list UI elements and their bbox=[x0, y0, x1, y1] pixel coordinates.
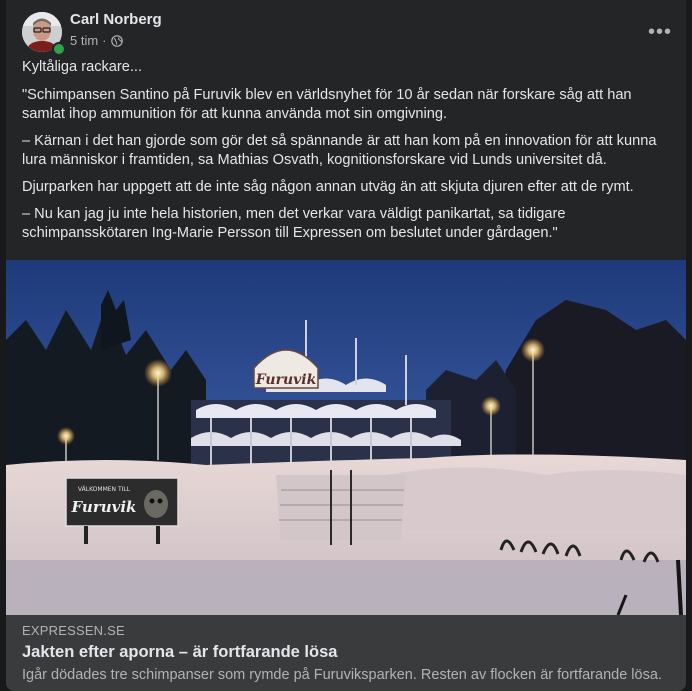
post-header: Carl Norberg 5 tim · ••• bbox=[22, 10, 672, 56]
post-paragraph: – Kärnan i det han gjorde som gör det så… bbox=[22, 133, 657, 168]
link-preview-footer[interactable]: EXPRESSEN.SE Jakten efter aporna – är fo… bbox=[6, 615, 686, 691]
meta-separator: · bbox=[102, 33, 107, 48]
post-text: Kyltåliga rackare... "Schimpansen Santin… bbox=[22, 58, 672, 251]
more-options-icon[interactable]: ••• bbox=[642, 14, 678, 50]
furuvik-entrance-photo: Furuvik VÄLKOMMEN TILL Furuvik bbox=[6, 260, 686, 615]
post-time[interactable]: 5 tim bbox=[70, 33, 98, 48]
furuvik-sign-text: Furuvik bbox=[255, 372, 317, 388]
post-card: Carl Norberg 5 tim · ••• Kyltåliga racka… bbox=[6, 0, 686, 691]
globe-icon[interactable] bbox=[110, 34, 123, 47]
post-paragraph: Djurparken har uppgett att de inte såg n… bbox=[22, 179, 634, 195]
post-paragraph: Kyltåliga rackare... bbox=[22, 59, 143, 75]
welcome-sign-name: Furuvik bbox=[71, 498, 137, 516]
link-description: Igår dödades tre schimpanser som rymde p… bbox=[22, 667, 662, 683]
post-paragraph: "Schimpansen Santino på Furuvik blev en … bbox=[22, 87, 632, 122]
post-meta: 5 tim · bbox=[70, 33, 123, 48]
link-domain: EXPRESSEN.SE bbox=[22, 623, 125, 638]
link-title[interactable]: Jakten efter aporna – är fortfarande lös… bbox=[22, 643, 337, 662]
author-name[interactable]: Carl Norberg bbox=[70, 11, 162, 28]
post-paragraph: – Nu kan jag ju inte hela historien, men… bbox=[22, 206, 566, 241]
online-status-dot bbox=[52, 42, 66, 56]
welcome-sign-line: VÄLKOMMEN TILL bbox=[78, 486, 131, 493]
link-preview-image[interactable]: Furuvik VÄLKOMMEN TILL Furuvik bbox=[6, 260, 686, 615]
